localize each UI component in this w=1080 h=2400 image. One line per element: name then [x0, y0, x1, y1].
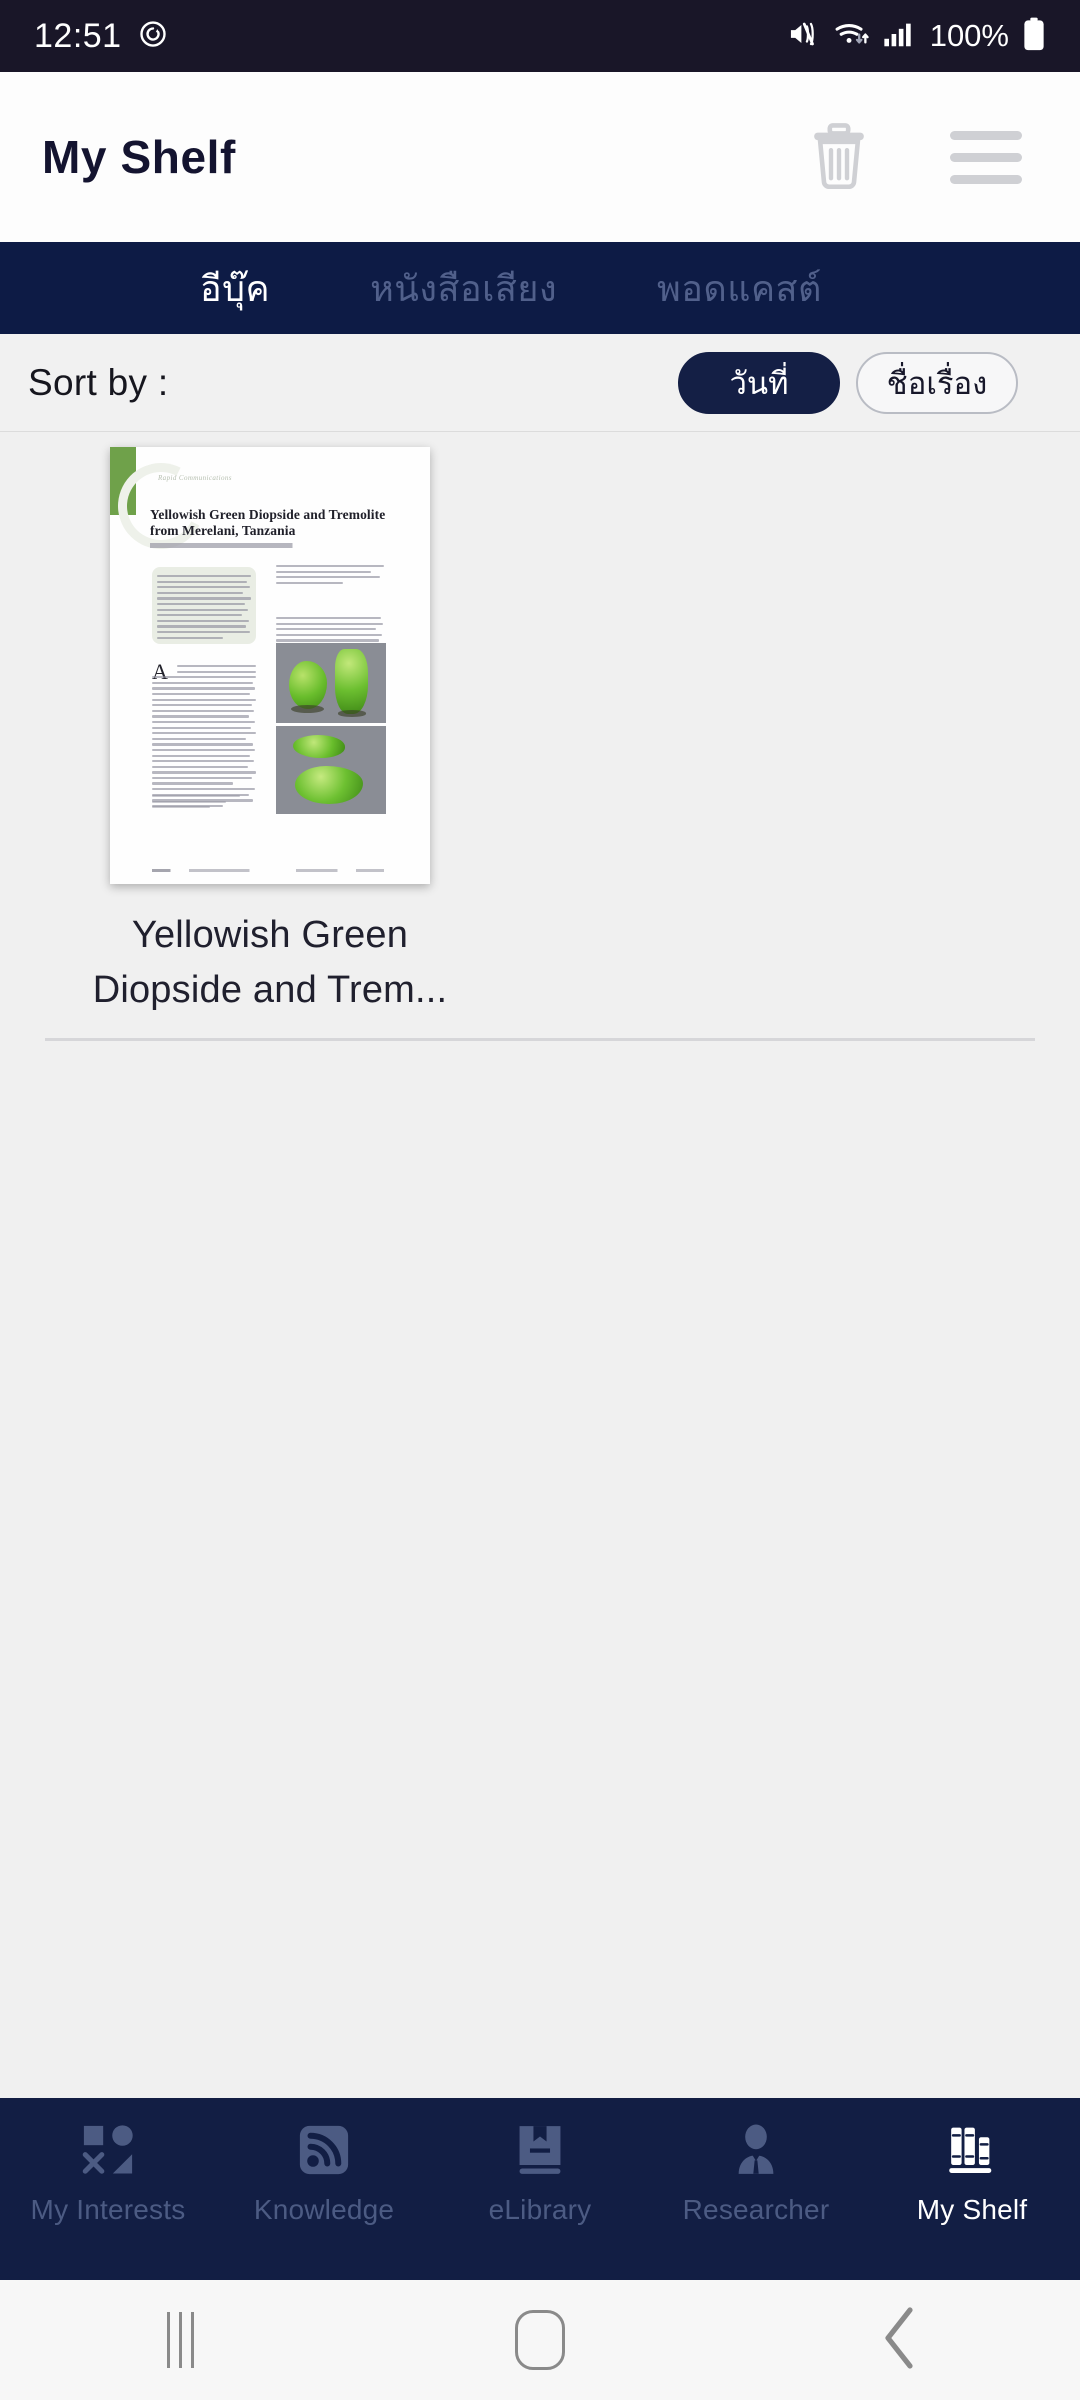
app-header: My Shelf — [0, 72, 1080, 242]
tab-podcast[interactable]: พอดแคสต์ — [657, 260, 822, 317]
cover-footer-bar — [152, 869, 384, 872]
nav-item-knowledge[interactable]: Knowledge — [216, 2098, 432, 2226]
trash-icon — [808, 121, 870, 194]
content-type-tabs: อีบุ๊ค หนังสือเสียง พอดแคสต์ — [0, 242, 1080, 334]
sort-options: วันที่ ชื่อเรื่อง — [678, 351, 1018, 414]
menu-button[interactable] — [950, 130, 1022, 184]
back-chevron-icon — [878, 2306, 922, 2375]
cover-heading: Yellowish Green Diopside and Tremolite f… — [150, 507, 386, 538]
nav-item-elibrary[interactable]: eLibrary — [432, 2098, 648, 2226]
person-tie-icon — [728, 2122, 784, 2178]
cover-authors-line — [150, 543, 380, 548]
status-bar-left: 12:51 — [34, 17, 168, 56]
app-header-actions — [808, 121, 1040, 194]
book-item[interactable]: Rapid Communications Yellowish Green Dio… — [0, 447, 540, 1018]
recents-icon — [166, 2312, 194, 2368]
bottom-navigation: My Interests Knowledge eLibrary Research… — [0, 2098, 1080, 2280]
mute-icon — [787, 19, 821, 54]
delete-button[interactable] — [808, 121, 870, 194]
nav-label-researcher: Researcher — [682, 2194, 830, 2225]
cover-kicker: Rapid Communications — [158, 474, 232, 482]
book-grid: Rapid Communications Yellowish Green Dio… — [0, 433, 1080, 1018]
book-title-line-2: Diopside and Trem... — [92, 969, 448, 1011]
battery-percent: 100% — [929, 18, 1009, 53]
hamburger-menu-icon — [950, 130, 1022, 184]
nav-label-my-interests: My Interests — [30, 2194, 186, 2225]
sort-option-date[interactable]: วันที่ — [678, 351, 840, 414]
nav-item-my-interests[interactable]: My Interests — [0, 2098, 216, 2226]
status-bar: 12:51 100% — [0, 0, 1080, 72]
nav-label-elibrary: eLibrary — [488, 2194, 592, 2225]
book-cover-thumbnail[interactable]: Rapid Communications Yellowish Green Dio… — [110, 447, 430, 884]
cover-footnote — [152, 795, 240, 812]
wifi-icon — [834, 19, 870, 54]
cover-text-abstract — [157, 575, 251, 642]
status-bar-right: 100% — [787, 17, 1046, 56]
shapes-grid-icon — [80, 2122, 136, 2178]
battery-icon — [1022, 17, 1046, 56]
nav-label-knowledge: Knowledge — [253, 2194, 395, 2225]
shelf-content: Rapid Communications Yellowish Green Dio… — [0, 433, 1080, 2098]
book-title: Yellowish Green Diopside and Trem... — [40, 908, 500, 1018]
row-divider — [45, 1038, 1035, 1041]
tab-audiobook[interactable]: หนังสือเสียง — [370, 260, 557, 317]
sort-option-title[interactable]: ชื่อเรื่อง — [856, 351, 1018, 414]
back-button[interactable] — [720, 2306, 1080, 2375]
recents-button[interactable] — [0, 2312, 360, 2368]
alarm-icon — [138, 19, 168, 54]
bookmark-book-icon — [512, 2122, 568, 2178]
nav-item-my-shelf[interactable]: My Shelf — [864, 2098, 1080, 2226]
tab-ebook[interactable]: อีบุ๊ค — [200, 260, 270, 317]
cover-photo-gems-top — [276, 643, 386, 723]
sort-by-label: Sort by : — [28, 361, 169, 403]
home-icon — [515, 2310, 565, 2370]
journal-page-preview: Rapid Communications Yellowish Green Dio… — [110, 447, 430, 884]
signal-icon — [883, 20, 913, 53]
status-time: 12:51 — [34, 16, 122, 55]
cover-photo-gems-bottom — [276, 726, 386, 814]
sort-bar: Sort by : วันที่ ชื่อเรื่อง — [0, 334, 1080, 432]
cover-text-col-right-top — [276, 565, 384, 587]
nav-item-researcher[interactable]: Researcher — [648, 2098, 864, 2226]
cover-text-body — [152, 665, 256, 810]
system-navigation-bar — [0, 2280, 1080, 2400]
bookshelf-icon — [944, 2122, 1000, 2178]
phone-screen: 12:51 100% My Shelf อีบุ๊ค หนังสือเสียง … — [0, 0, 1080, 2400]
book-title-line-1: Yellowish Green — [131, 914, 409, 956]
nav-label-my-shelf: My Shelf — [916, 2194, 1028, 2225]
rss-feed-icon — [296, 2122, 352, 2178]
home-button[interactable] — [360, 2310, 720, 2370]
page-title: My Shelf — [42, 131, 236, 183]
